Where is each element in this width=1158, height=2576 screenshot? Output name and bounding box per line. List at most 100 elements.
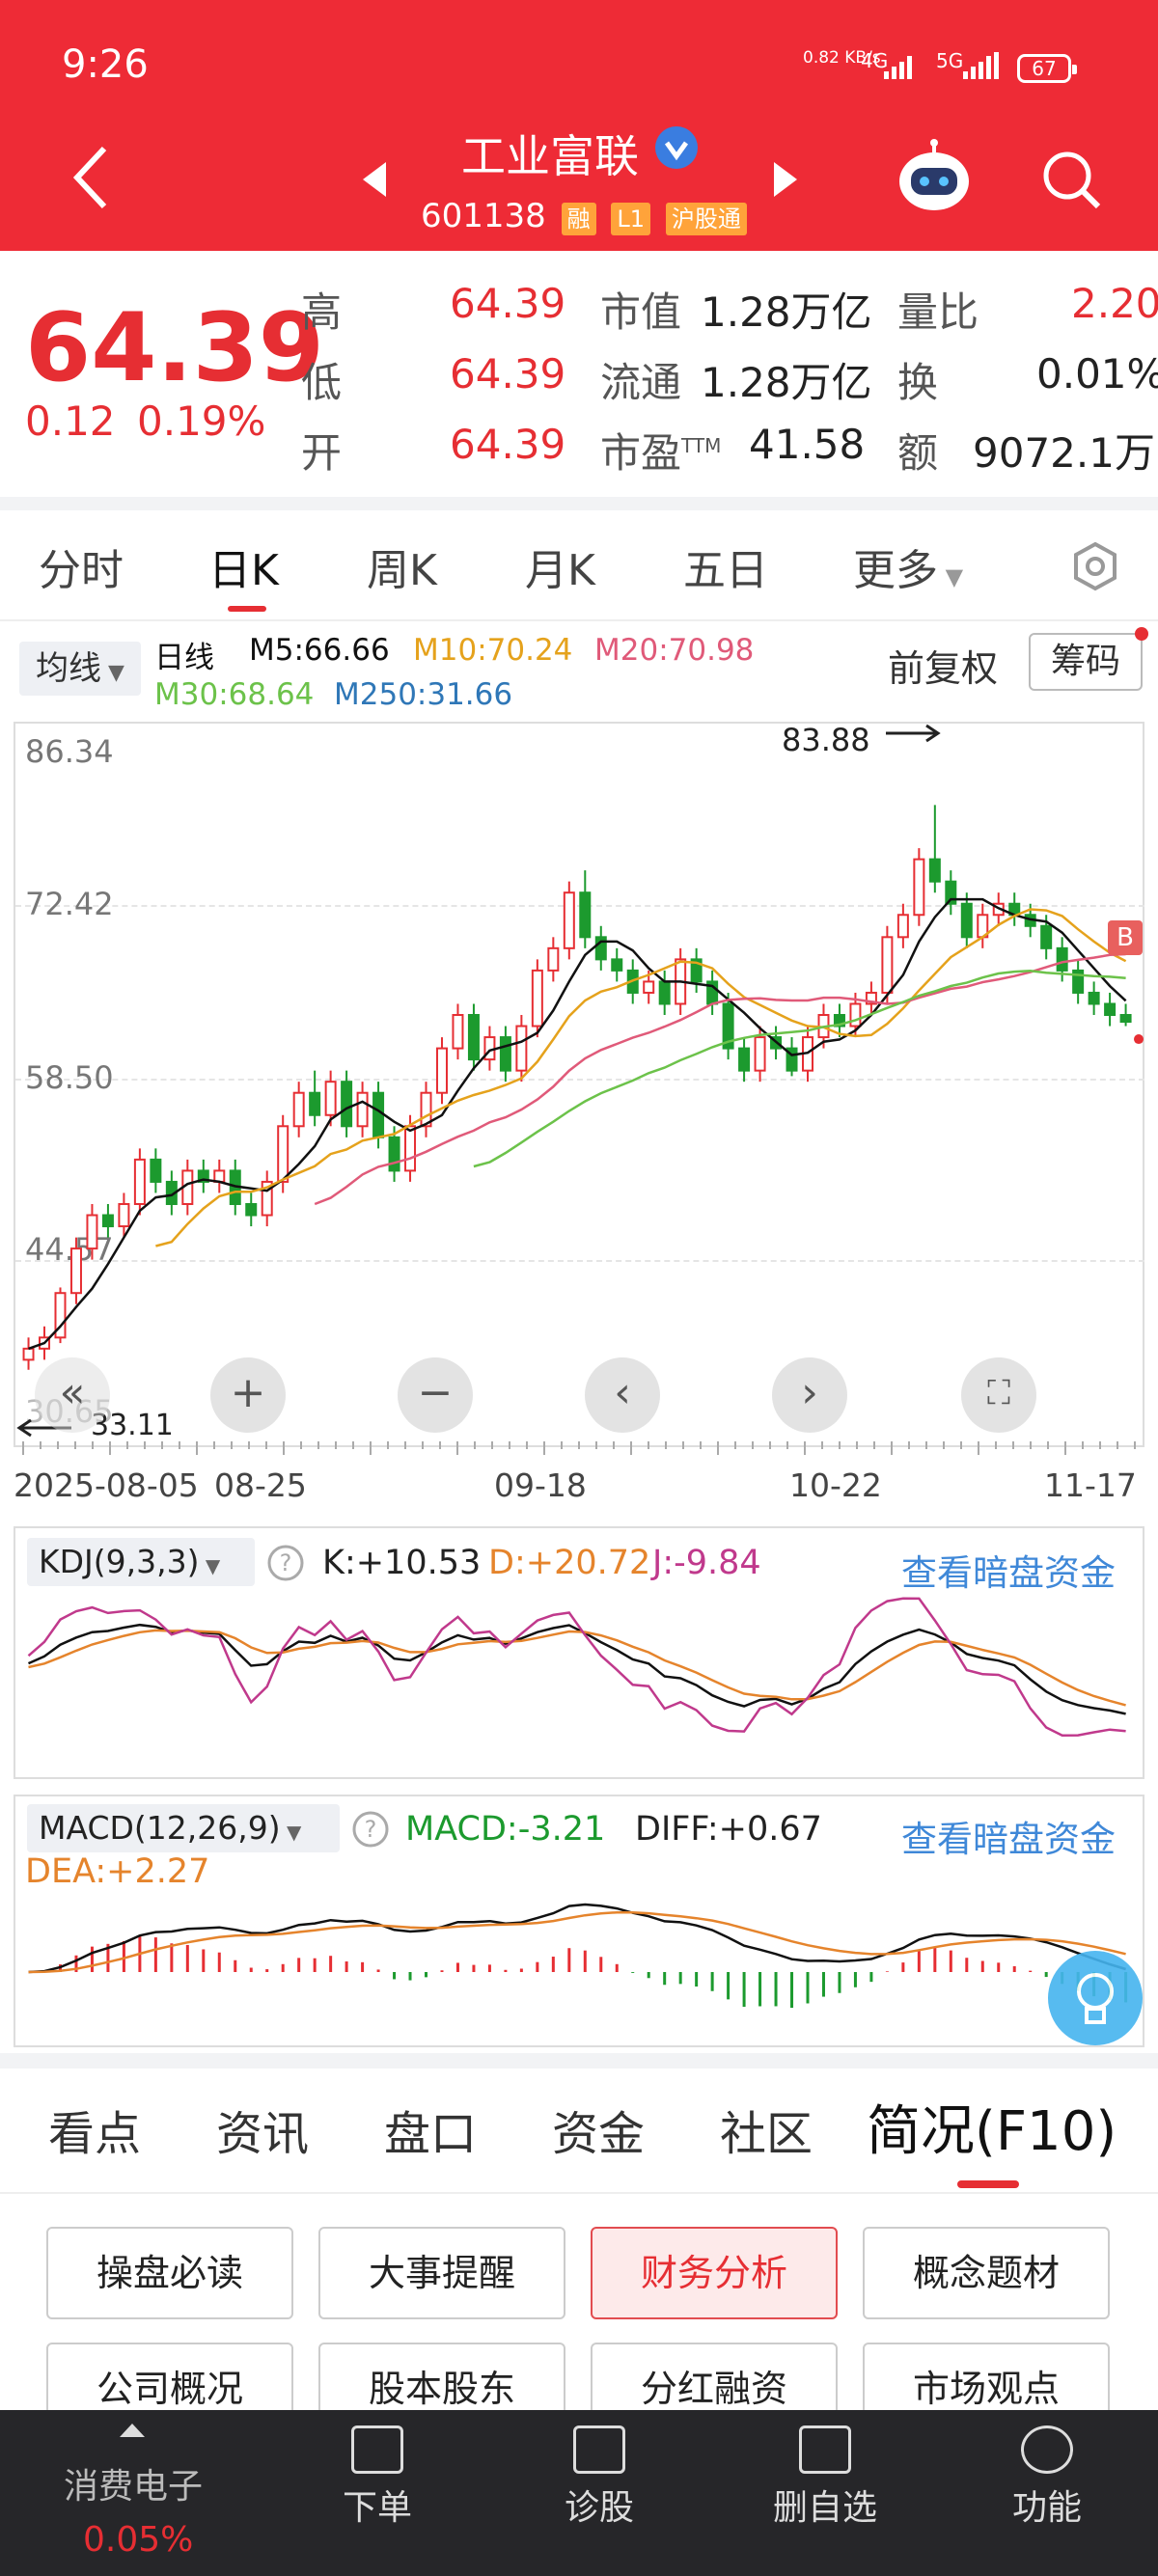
f10-events[interactable]: 大事提醒 — [318, 2227, 565, 2319]
candle-body — [658, 980, 671, 1005]
tab-active-indicator — [957, 2180, 1019, 2188]
price-change: 0.12 — [25, 397, 116, 445]
tab-active-indicator — [228, 606, 266, 612]
scroll-start-button[interactable]: « — [35, 1357, 110, 1433]
turnover-label: 换 — [897, 359, 939, 406]
dark-pool-link[interactable]: 查看暗盘资金 — [901, 1810, 1116, 1862]
candle-body — [643, 980, 655, 994]
candle-body — [150, 1158, 162, 1183]
candle-body — [341, 1081, 353, 1128]
prev-stock-icon[interactable] — [361, 160, 388, 199]
buy-flag[interactable]: B — [1108, 920, 1143, 955]
tab-community[interactable]: 社区 — [720, 2096, 813, 2163]
signal-icon-2 — [963, 52, 999, 79]
tab-monthly-k[interactable]: 月K — [525, 535, 595, 597]
network-5g: 5G — [936, 49, 964, 72]
sector-name[interactable]: 消费电子 — [64, 2458, 203, 2508]
tab-orderbook[interactable]: 盘口 — [384, 2096, 477, 2163]
ma-selector[interactable]: 均线 ▼ — [19, 642, 141, 696]
tab-five-day[interactable]: 五日 — [683, 535, 768, 597]
kdj-k-line — [27, 1623, 1126, 1715]
svg-text:?: ? — [280, 1549, 292, 1576]
notification-dot — [1135, 627, 1148, 641]
macd-selector[interactable]: MACD(12,26,9) ▼ — [27, 1804, 340, 1852]
volume-ratio-value: 2.20 — [1071, 280, 1158, 327]
stock-name: 工业富联 — [461, 130, 639, 182]
tab-highlights[interactable]: 看点 — [48, 2096, 141, 2163]
ma30-value: M30:68.64 — [154, 677, 315, 712]
lightbulb-icon[interactable] — [1048, 1951, 1143, 2045]
date-tick: 2025-08-05 — [14, 1466, 199, 1504]
battery-icon: 67 — [1017, 54, 1077, 83]
amount-value: 9072.1万 — [973, 429, 1155, 477]
candle-body — [277, 1125, 290, 1183]
tab-capital-flow[interactable]: 资金 — [552, 2096, 645, 2163]
date-tick: 09-18 — [494, 1466, 587, 1504]
candle-body — [1088, 991, 1100, 1005]
diagnose-button[interactable]: 诊股 — [546, 2425, 652, 2530]
candle-body — [309, 1091, 321, 1116]
high-value: 64.39 — [450, 280, 566, 327]
stock-code: 601138 — [421, 197, 546, 235]
app-header: 9:26 0.82 KB/s 4G 5G 67 工业富联 601138 融 L1… — [0, 0, 1158, 251]
f10-financials[interactable]: 财务分析 — [591, 2227, 838, 2319]
macd-dea-line — [28, 1910, 1126, 1974]
candle-body — [960, 902, 973, 939]
ma-period: 日线 — [154, 641, 214, 675]
chips-button[interactable]: 筹码 — [1029, 633, 1143, 691]
scroll-right-button[interactable]: › — [772, 1357, 847, 1433]
candle-body — [86, 1214, 98, 1250]
help-icon[interactable]: ? — [266, 1544, 305, 1582]
tab-f10[interactable]: 简况(F10) — [867, 2088, 1117, 2166]
chevron-down-icon: ▼ — [938, 563, 964, 590]
fullscreen-icon[interactable]: ⛶ — [961, 1357, 1036, 1433]
f10-concepts[interactable]: 概念题材 — [863, 2227, 1110, 2319]
search-icon[interactable] — [1040, 149, 1104, 212]
tab-news[interactable]: 资讯 — [216, 2096, 309, 2163]
turnover-value: 0.01% — [1036, 350, 1158, 397]
robot-assistant-icon[interactable] — [896, 139, 973, 216]
order-button[interactable]: 下单 — [324, 2425, 430, 2530]
kdj-selector[interactable]: KDJ(9,3,3) ▼ — [27, 1538, 255, 1586]
candle-body — [579, 891, 592, 939]
kdj-d: D:+20.72 — [488, 1544, 651, 1582]
zoom-in-button[interactable]: + — [210, 1357, 286, 1433]
badge-connect: 沪股通 — [665, 203, 747, 235]
status-time: 9:26 — [62, 42, 149, 87]
macd-value: MACD:-3.21 — [405, 1810, 606, 1849]
candle-body — [372, 1091, 385, 1138]
zoom-out-button[interactable]: − — [398, 1357, 473, 1433]
adjust-mode[interactable]: 前复权 — [888, 639, 998, 692]
last-price: 64.39 — [25, 293, 324, 403]
scroll-left-button[interactable]: ‹ — [585, 1357, 660, 1433]
kline-chart[interactable] — [0, 722, 1158, 1447]
pe-value: 41.58 — [749, 421, 866, 468]
candle-body — [1119, 1014, 1132, 1024]
help-icon[interactable]: ? — [351, 1810, 390, 1849]
candle-body — [388, 1136, 400, 1172]
candle-body — [483, 1036, 496, 1061]
chevron-up-icon[interactable] — [118, 2422, 147, 2439]
tab-daily-k[interactable]: 日K — [208, 535, 279, 597]
back-icon[interactable] — [69, 145, 112, 210]
kdj-k: K:+10.53 — [322, 1544, 482, 1582]
functions-button[interactable]: 功能 — [994, 2425, 1100, 2530]
tab-more[interactable]: 更多 ▼ — [853, 535, 963, 597]
candle-body — [404, 1125, 417, 1172]
candle-body — [563, 891, 575, 949]
diagnose-icon — [573, 2425, 625, 2474]
candle-body — [1040, 924, 1053, 949]
ma20-value: M20:70.98 — [594, 633, 755, 668]
settings-icon[interactable] — [1069, 540, 1121, 592]
candle-body — [499, 1036, 511, 1072]
macd-diff-line — [28, 1903, 1126, 1974]
kdj-d-line — [28, 1629, 1126, 1707]
tab-weekly-k[interactable]: 周K — [367, 535, 437, 597]
f10-trading-guide[interactable]: 操盘必读 — [46, 2227, 293, 2319]
candle-body — [913, 858, 925, 917]
sector-change: 0.05% — [83, 2520, 194, 2560]
next-stock-icon[interactable] — [772, 160, 799, 199]
verified-icon — [655, 126, 698, 169]
tab-intraday[interactable]: 分时 — [39, 535, 124, 597]
remove-watchlist-button[interactable]: 删自选 — [762, 2425, 888, 2530]
